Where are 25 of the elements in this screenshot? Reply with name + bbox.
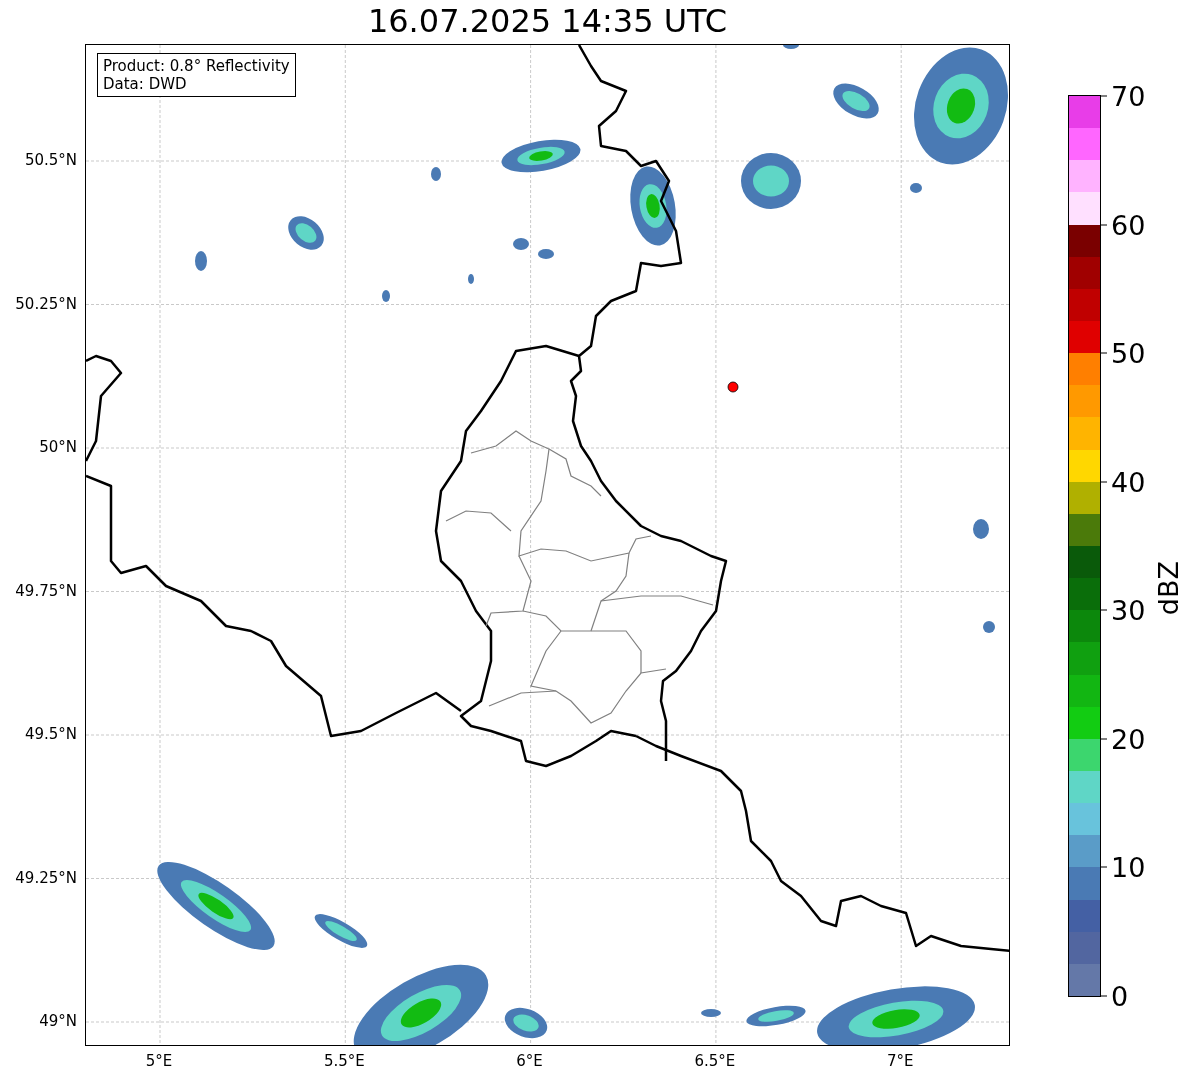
colorbar-tick-label: 0 (1111, 980, 1129, 1012)
axis-tick-label: 5°E (145, 1052, 173, 1070)
colorbar-tick-label: 20 (1111, 723, 1146, 755)
colorbar-tick-label: 50 (1111, 337, 1146, 369)
legend-text: Product: 0.8° Reflectivity (103, 57, 290, 75)
plot-title: 16.07.2025 14:35 UTC (366, 1, 729, 42)
axis-tick-label: 6.5°E (694, 1052, 736, 1070)
axis-tick-label: 7°E (886, 1052, 914, 1070)
colorbar-tick-label: 60 (1111, 209, 1146, 241)
axis-tick-label: 49.25°N (15, 868, 77, 887)
axis-tick-label: 49.5°N (24, 725, 77, 743)
radar-site-marker (727, 381, 739, 393)
colorbar-tick-label: 40 (1111, 466, 1146, 498)
axis-tick-label: 50.5°N (24, 151, 77, 169)
axis-tick-label: 49°N (39, 1012, 77, 1030)
axis-tick-label: 50°N (39, 438, 77, 456)
legend-text: Data: DWD (103, 75, 188, 93)
colorbar-tick-label: 70 (1111, 80, 1146, 112)
axis-tick-label: 50.25°N (15, 294, 77, 313)
axis-tick-label: 5.5°E (323, 1052, 365, 1070)
colorbar-label: dBZ (1153, 560, 1184, 616)
colorbar-tick-label: 30 (1111, 594, 1146, 626)
axis-tick-label: 6°E (516, 1052, 543, 1070)
colorbar-tick-label: 10 (1111, 851, 1146, 883)
axis-tick-label: 49.75°N (15, 581, 77, 600)
